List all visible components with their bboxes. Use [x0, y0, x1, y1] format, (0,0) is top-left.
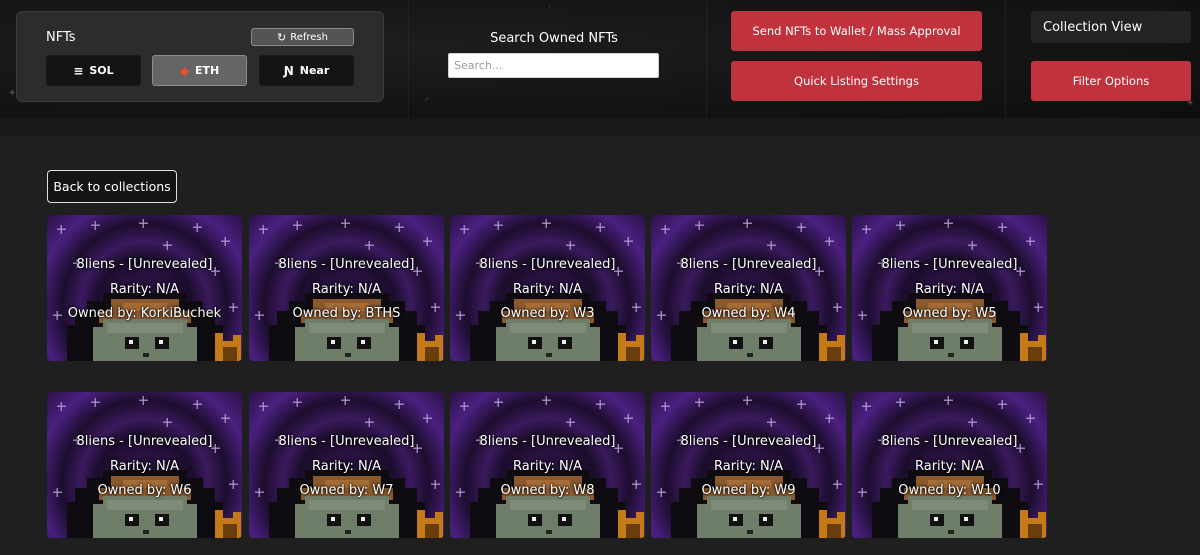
nft-name: 8liens - [Unrevealed] [680, 434, 817, 449]
toolbar-divider [1005, 0, 1006, 118]
nft-owner: Owned by: W4 [701, 306, 796, 321]
collection-view-toggle[interactable]: Collection View [1031, 11, 1191, 43]
nft-card-info: 8liens - [Unrevealed] Rarity: N/A Owned by… [450, 253, 645, 327]
nft-owner: Owned by: W10 [898, 483, 1001, 498]
toolbar-shadow [0, 118, 1200, 136]
nft-name: 8liens - [Unrevealed] [278, 257, 415, 272]
nft-rarity: Rarity: N/A [512, 281, 583, 297]
nft-card-info: 8liens - [Unrevealed] Rarity: N/A Owned by… [651, 253, 846, 327]
nft-name: 8liens - [Unrevealed] [76, 434, 213, 449]
nft-owner: Owned by: KorkiBuchek [67, 306, 222, 321]
nft-card-info: 8liens - [Unrevealed] Rarity: N/A Owned by… [47, 430, 242, 504]
nft-owner: Owned by: BTHS [292, 306, 401, 321]
nft-owner: Owned by: W5 [902, 306, 997, 321]
filter-options-button[interactable]: Filter Options [1031, 61, 1191, 101]
nft-name: 8liens - [Unrevealed] [278, 434, 415, 449]
toolbar-divider [408, 0, 409, 118]
nft-owner: Owned by: W9 [701, 483, 796, 498]
nft-owner: Owned by: W8 [500, 483, 595, 498]
nft-name: 8liens - [Unrevealed] [76, 257, 213, 272]
nft-rarity: Rarity: N/A [311, 281, 382, 297]
back-to-collections-button[interactable]: Back to collections [47, 170, 177, 203]
nft-name: 8liens - [Unrevealed] [680, 257, 817, 272]
nft-card[interactable]: 8liens - [Unrevealed] Rarity: N/A Owned by… [852, 215, 1047, 361]
quick-listing-settings-button[interactable]: Quick Listing Settings [731, 61, 982, 101]
nft-name: 8liens - [Unrevealed] [881, 434, 1018, 449]
nft-rarity: Rarity: N/A [713, 458, 784, 474]
chain-button-sol[interactable]: ≡ SOL [46, 55, 141, 86]
send-nfts-button[interactable]: Send NFTs to Wallet / Mass Approval [731, 11, 982, 51]
background-doodle-icon: ◜ [425, 96, 429, 107]
nft-owner: Owned by: W3 [500, 306, 595, 321]
ethereum-icon: ◆ [179, 63, 189, 78]
refresh-icon: ↻ [277, 30, 287, 44]
nft-card[interactable]: 8liens - [Unrevealed] Rarity: N/A Owned by… [450, 215, 645, 361]
solana-icon: ≡ [73, 63, 84, 78]
nft-card[interactable]: 8liens - [Unrevealed] Rarity: N/A Owned by… [852, 392, 1047, 538]
nft-owner: Owned by: W6 [97, 483, 192, 498]
background-doodle-icon: · [548, 2, 552, 13]
chain-label: Near [299, 64, 330, 77]
nft-card[interactable]: 8liens - [Unrevealed] Rarity: N/A Owned by… [651, 215, 846, 361]
nft-card[interactable]: 8liens - [Unrevealed] Rarity: N/A Owned by… [249, 392, 444, 538]
chain-label: ETH [195, 64, 220, 77]
search-label: Search Owned NFTs [490, 31, 618, 46]
nft-rarity: Rarity: N/A [914, 458, 985, 474]
nft-card[interactable]: 8liens - [Unrevealed] Rarity: N/A Owned by… [47, 392, 242, 538]
chain-button-eth[interactable]: ◆ ETH [152, 55, 247, 86]
panel-title: NFTs [46, 30, 76, 45]
nft-card[interactable]: 8liens - [Unrevealed] Rarity: N/A Owned by… [47, 215, 242, 361]
top-toolbar: ✦ ◜ · ✦ NFTs ↻ Refresh ≡ SOL ◆ ETH Ɲ Nea… [0, 0, 1200, 118]
nft-name: 8liens - [Unrevealed] [479, 434, 616, 449]
nft-card-info: 8liens - [Unrevealed] Rarity: N/A Owned by… [651, 430, 846, 504]
search-input[interactable] [448, 53, 659, 78]
nft-card-info: 8liens - [Unrevealed] Rarity: N/A Owned by… [852, 253, 1047, 327]
nft-card-info: 8liens - [Unrevealed] Rarity: N/A Owned by… [450, 430, 645, 504]
chain-selector-panel: NFTs ↻ Refresh ≡ SOL ◆ ETH Ɲ Near [16, 11, 384, 102]
nft-card-info: 8liens - [Unrevealed] Rarity: N/A Owned by… [249, 430, 444, 504]
nft-card-info: 8liens - [Unrevealed] Rarity: N/A Owned by… [249, 253, 444, 327]
nft-name: 8liens - [Unrevealed] [479, 257, 616, 272]
nft-card[interactable]: 8liens - [Unrevealed] Rarity: N/A Owned by… [651, 392, 846, 538]
chain-label: SOL [89, 64, 114, 77]
nft-rarity: Rarity: N/A [512, 458, 583, 474]
nft-card-info: 8liens - [Unrevealed] Rarity: N/A Owned by… [852, 430, 1047, 504]
nft-owner: Owned by: W7 [299, 483, 394, 498]
nft-rarity: Rarity: N/A [713, 281, 784, 297]
refresh-label: Refresh [290, 31, 328, 43]
nft-rarity: Rarity: N/A [914, 281, 985, 297]
nft-card[interactable]: 8liens - [Unrevealed] Rarity: N/A Owned by… [450, 392, 645, 538]
nft-rarity: Rarity: N/A [109, 281, 180, 297]
toolbar-divider [706, 0, 707, 118]
chain-button-near[interactable]: Ɲ Near [259, 55, 354, 86]
nft-name: 8liens - [Unrevealed] [881, 257, 1018, 272]
nft-card[interactable]: 8liens - [Unrevealed] Rarity: N/A Owned by… [249, 215, 444, 361]
refresh-button[interactable]: ↻ Refresh [251, 28, 354, 46]
nft-card-info: 8liens - [Unrevealed] Rarity: N/A Owned by… [47, 253, 242, 327]
near-icon: Ɲ [283, 63, 294, 78]
nft-rarity: Rarity: N/A [311, 458, 382, 474]
nft-rarity: Rarity: N/A [109, 458, 180, 474]
